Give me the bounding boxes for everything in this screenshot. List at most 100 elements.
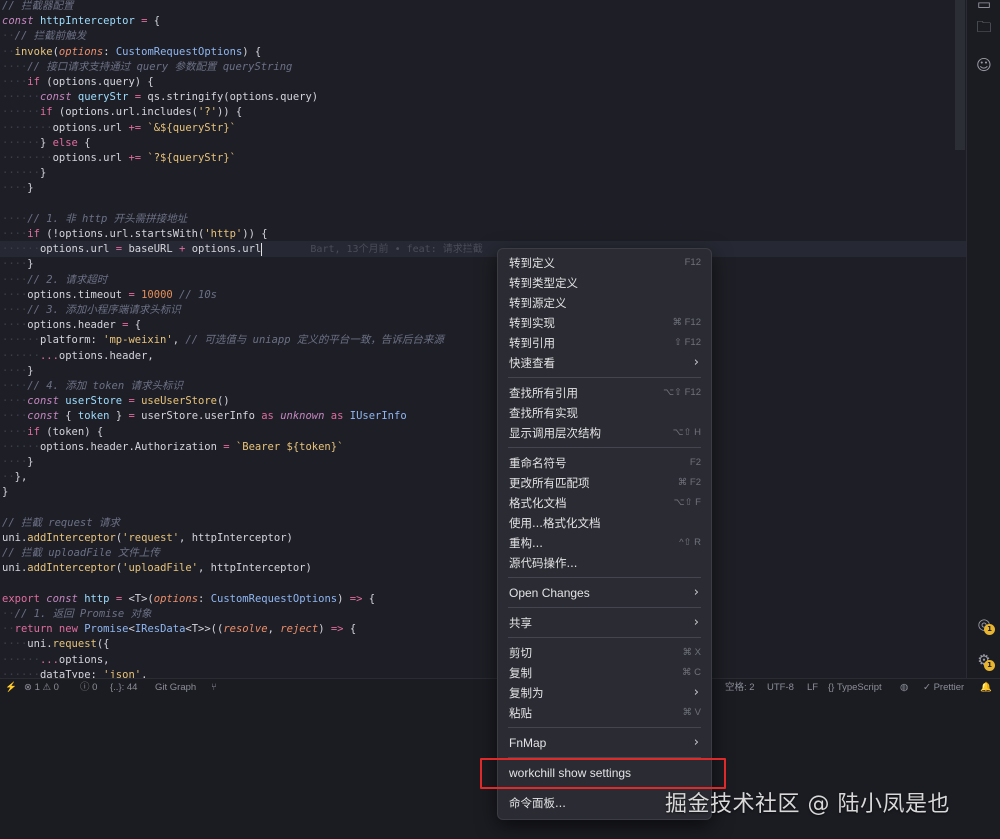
indent-spaces[interactable]: 空格: 2	[725, 679, 755, 696]
code-line[interactable]: ······platform: 'mp-weixin', // 可选值与 uni…	[2, 333, 444, 348]
menu-separator	[508, 447, 701, 448]
code-line[interactable]: ····uni.request({	[2, 637, 110, 652]
code-line[interactable]: ··},	[2, 470, 27, 485]
code-token: , httpInterceptor)	[198, 562, 312, 575]
info-indicator[interactable]: ⓘ 0	[80, 679, 97, 696]
code-line[interactable]: ····options.header = {	[2, 318, 141, 333]
prettier-status[interactable]: ✓ Prettier	[923, 679, 964, 696]
code-line[interactable]: ····if (!options.url.startsWith('http'))…	[2, 227, 268, 242]
code-line[interactable]: ··return new Promise<IResData<T>>((resol…	[2, 622, 356, 637]
problems-indicator[interactable]: ⊗ 1 ⚠ 0	[24, 679, 59, 696]
code-line[interactable]: ········options.url += `&${queryStr}`	[2, 121, 236, 136]
code-line[interactable]: ····}	[2, 257, 34, 272]
context-menu-item[interactable]: 重构... ^⇧ R	[498, 533, 711, 553]
code-line[interactable]: ······} else {	[2, 136, 91, 151]
context-menu-item[interactable]: 转到定义 F12	[498, 253, 711, 273]
code-token: (!options.url.startsWith(	[46, 228, 205, 240]
code-line[interactable]: ····const { token } = userStore.userInfo…	[2, 409, 407, 424]
context-menu-item[interactable]: Open Changes ›	[498, 583, 711, 603]
code-line[interactable]: ······...options.header,	[2, 349, 154, 364]
code-line[interactable]: ······...options,	[2, 653, 109, 668]
context-menu-item[interactable]: 转到源定义	[498, 293, 711, 313]
code-token: options	[58, 45, 104, 58]
code-line[interactable]: // 拦截 request 请求	[2, 516, 120, 531]
code-line[interactable]: ····if (token) {	[2, 425, 103, 440]
code-token: addInterceptor	[27, 562, 116, 575]
git-graph-button[interactable]: Git Graph	[155, 679, 196, 696]
branch-icon[interactable]: ⑂	[211, 679, 217, 696]
code-line[interactable]: ····options.timeout = 10000 // 10s	[2, 288, 217, 303]
code-line[interactable]: ····// 1. 非 http 开头需拼接地址	[2, 212, 187, 227]
copilot-status-icon[interactable]: ◍	[900, 679, 908, 696]
code-token: // 1. 非 http 开头需拼接地址	[27, 212, 188, 225]
context-menu-item[interactable]: 更改所有匹配项 ⌘ F2	[498, 473, 711, 493]
folder-icon[interactable]: 🗀	[974, 17, 994, 37]
code-line[interactable]: export const http = <T>(options: CustomR…	[2, 592, 375, 607]
code-line[interactable]: ··// 1. 返回 Promise 对象	[2, 607, 151, 622]
code-editor[interactable]: // 拦截器配置 const httpInterceptor = {··// 拦截…	[0, 0, 966, 678]
context-menu-item[interactable]: 使用...格式化文档	[498, 513, 711, 533]
context-menu-item[interactable]: 格式化文档 ⌥⇧ F	[498, 493, 711, 513]
context-menu-item[interactable]: 复制为 ›	[498, 683, 711, 703]
code-line[interactable]: ····// 4. 添加 token 请求头标识	[2, 379, 183, 394]
language-mode[interactable]: {} TypeScript	[828, 679, 882, 696]
context-menu-item[interactable]: 快速查看 ›	[498, 353, 711, 373]
context-menu-item[interactable]: FnMap ›	[498, 733, 711, 753]
notifications-bell-icon[interactable]: 🔔	[980, 679, 992, 696]
code-line[interactable]: ······}	[2, 166, 46, 181]
context-menu-item[interactable]: 共享 ›	[498, 613, 711, 633]
code-line[interactable]: uni.addInterceptor('request', httpInterc…	[2, 531, 293, 546]
code-line[interactable]: const httpInterceptor = {	[2, 14, 160, 29]
code-line[interactable]: ······const queryStr = qs.stringify(opti…	[2, 90, 318, 105]
context-menu-item[interactable]: 重命名符号 F2	[498, 453, 711, 473]
menu-item-shortcut: ^⇧ R	[679, 537, 701, 548]
editor-scrollbar[interactable]	[955, 0, 965, 150]
code-line[interactable]: ····// 3. 添加小程序端请求头标识	[2, 303, 181, 318]
line-ending[interactable]: LF	[807, 679, 818, 696]
code-line[interactable]: ····}	[2, 455, 34, 470]
code-line[interactable]: // 拦截器配置	[2, 0, 73, 14]
code-line[interactable]: }	[2, 485, 8, 500]
code-line[interactable]: ······options.header.Authorization = `Be…	[2, 440, 343, 455]
context-menu-item[interactable]: 转到引用 ⇧ F12	[498, 333, 711, 353]
code-token: ····	[2, 304, 28, 316]
remote-icon[interactable]: ⚡	[5, 679, 17, 696]
file-encoding[interactable]: UTF-8	[767, 679, 794, 696]
code-line[interactable]: // 拦截 uploadFile 文件上传	[2, 546, 160, 561]
code-line[interactable]: ····if (options.query) {	[2, 75, 154, 90]
context-menu-item[interactable]: 复制 ⌘ C	[498, 663, 711, 683]
code-line[interactable]: ····}	[2, 364, 34, 379]
context-menu-item[interactable]: 转到实现 ⌘ F12	[498, 313, 711, 333]
code-token: =	[128, 288, 142, 301]
menu-separator	[508, 637, 701, 638]
code-line[interactable]: ········options.url += `?${queryStr}`	[2, 151, 236, 166]
code-token: as	[330, 410, 350, 423]
code-line[interactable]: ······if (options.url.includes('?')) {	[2, 105, 242, 120]
code-line[interactable]: ······options.url = baseURL + options.ur…	[2, 242, 483, 257]
braces-indicator[interactable]: {..}: 44	[110, 679, 137, 696]
context-menu-item[interactable]: 剪切 ⌘ X	[498, 643, 711, 663]
code-token: options	[153, 592, 199, 605]
context-menu-item[interactable]: 查找所有引用 ⌥⇧ F12	[498, 383, 711, 403]
code-line[interactable]: uni.addInterceptor('uploadFile', httpInt…	[2, 561, 312, 576]
code-line[interactable]: ··// 拦截前触发	[2, 29, 86, 44]
context-menu-item[interactable]: 源代码操作...	[498, 553, 711, 573]
context-menu-item[interactable]: 粘贴 ⌘ V	[498, 703, 711, 723]
code-line[interactable]: ····}	[2, 181, 34, 196]
code-line[interactable]: ······dataType: 'json',	[2, 668, 147, 678]
code-token: addInterceptor	[27, 532, 116, 544]
code-token: )	[337, 592, 350, 605]
copilot-icon[interactable]: ☺	[974, 55, 994, 75]
context-menu-item[interactable]: 查找所有实现	[498, 403, 711, 423]
code-line[interactable]: ····// 2. 请求超时	[2, 273, 107, 288]
code-line[interactable]: ····const userStore = useUserStore()	[2, 394, 230, 409]
code-line[interactable]: ····// 接口请求支持通过 query 参数配置 queryString	[2, 60, 292, 75]
code-token: const	[27, 395, 66, 408]
context-menu-item[interactable]: 显示调用层次结构 ⌥⇧ H	[498, 423, 711, 443]
menu-item-label: 格式化文档	[509, 496, 567, 510]
panel-icon[interactable]: ▭	[974, 0, 994, 14]
code-token: Promise	[84, 623, 129, 636]
code-token: ········	[2, 121, 53, 134]
code-line[interactable]: ··invoke(options: CustomRequestOptions) …	[2, 45, 261, 60]
context-menu-item[interactable]: 转到类型定义	[498, 273, 711, 293]
